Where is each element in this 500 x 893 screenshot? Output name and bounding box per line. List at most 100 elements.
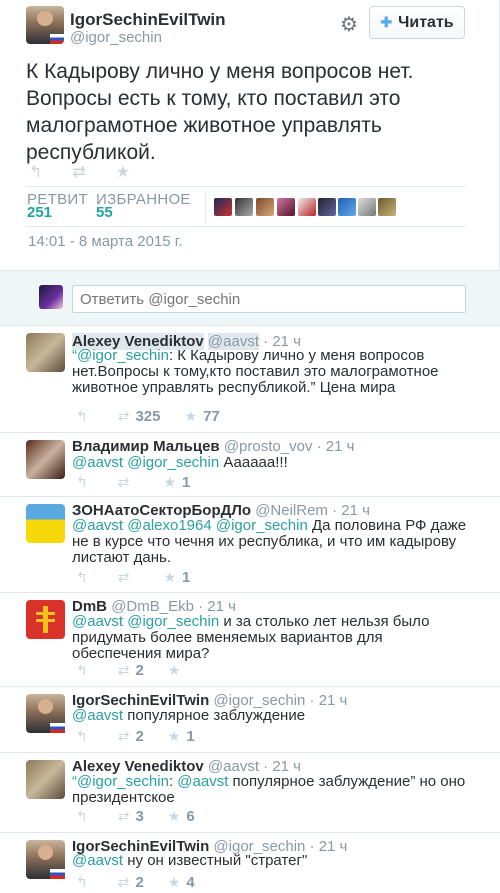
reply-icon[interactable]: ↰ [76, 662, 88, 679]
favorite-stat-count[interactable]: 55 [96, 204, 113, 221]
favoriter-avatar[interactable] [338, 198, 356, 216]
favoriter-avatar[interactable] [298, 198, 316, 216]
mention-link[interactable]: @aavst @igor_sechin [72, 613, 219, 630]
favorite-count: 1 [182, 474, 191, 491]
author-name[interactable]: Владимир Мальцев [72, 438, 220, 455]
reply-text: @aavst @alexo1964 @igor_sechin Да полови… [72, 518, 472, 566]
mention-link[interactable]: @aavst [177, 773, 228, 790]
reply-icon[interactable]: ↰ [76, 874, 88, 891]
list-item[interactable]: Владимир Мальцев @prosto_vov · 21 ч @aav… [0, 433, 500, 497]
retweet-stat-count[interactable]: 251 [27, 204, 52, 221]
reply-actions: ↰ ⇄ 2 ★ [76, 662, 180, 679]
main-tweet: IgorSechinEvilTwin @igor_sechin ⚙ ✚ Чита… [0, 0, 500, 270]
list-item[interactable]: Alexey Venediktov @aavst · 21 ч “@igor_s… [0, 326, 500, 433]
retweet-icon[interactable]: ⇄ [118, 662, 130, 679]
mention-link[interactable]: @aavst [72, 852, 123, 869]
favorite-icon[interactable]: ★ [185, 408, 198, 425]
author-handle[interactable]: @igor_sechin [70, 29, 162, 46]
retweet-count: 2 [135, 662, 144, 679]
reply-actions: ↰ ⇄ 2 ★ 4 [76, 874, 195, 891]
list-item[interactable]: IgorSechinEvilTwin @igor_sechin · 21 ч @… [0, 833, 500, 893]
reply-icon[interactable]: ↰ [76, 474, 88, 491]
avatar[interactable] [26, 600, 65, 639]
reply-text: @aavst @igor_sechin Аааааа!!! [72, 455, 472, 471]
favorite-icon[interactable]: ★ [168, 728, 181, 745]
author-handle[interactable]: @prosto_vov [224, 438, 313, 455]
mention-link[interactable]: “@igor_sechin [72, 347, 169, 364]
reply-text: @aavst популярное заблуждение [72, 708, 472, 724]
divider [26, 226, 466, 227]
avatar[interactable] [26, 694, 65, 733]
favorite-count: 77 [203, 408, 220, 425]
retweet-count: 2 [135, 874, 144, 891]
list-item[interactable]: Alexey Venediktov @aavst · 21 ч “@igor_s… [0, 753, 500, 833]
mention-link[interactable]: @aavst @igor_sechin [72, 454, 219, 471]
retweet-icon[interactable]: ⇄ [72, 162, 85, 182]
retweet-icon[interactable]: ⇄ [118, 728, 130, 745]
avatar[interactable] [26, 760, 65, 799]
avatar [39, 285, 63, 309]
retweet-icon[interactable]: ⇄ [118, 874, 130, 891]
retweet-icon[interactable]: ⇄ [118, 474, 130, 491]
reply-icon[interactable]: ↰ [76, 728, 88, 745]
mention-link[interactable]: “@igor_sechin [72, 773, 169, 790]
reply-icon[interactable]: ↰ [29, 162, 42, 182]
reply-text: “@igor_sechin: @aavst популярное заблужд… [72, 774, 472, 806]
divider [205, 192, 206, 222]
reply-text: @aavst ну он известный "стратег" [72, 853, 472, 869]
reply-icon[interactable]: ↰ [76, 408, 88, 425]
reply-input[interactable] [72, 285, 466, 313]
follow-label: Читать [398, 13, 454, 31]
gear-icon[interactable]: ⚙ [340, 12, 358, 37]
mention-link[interactable]: @aavst @alexo1964 @igor_sechin [72, 517, 308, 534]
retweet-count: 2 [135, 728, 144, 745]
favoriter-avatar[interactable] [235, 198, 253, 216]
reply-actions: ↰ ⇄ 325 ★ 77 [76, 408, 220, 425]
avatar[interactable] [26, 840, 65, 879]
avatar[interactable] [26, 440, 65, 479]
list-item[interactable]: IgorSechinEvilTwin @igor_sechin · 21 ч @… [0, 687, 500, 753]
reply-actions: ↰ ⇄ 3 ★ 6 [76, 808, 195, 825]
retweet-count: 3 [135, 808, 144, 825]
retweet-icon[interactable]: ⇄ [118, 408, 130, 425]
favoriter-avatar[interactable] [318, 198, 336, 216]
retweet-icon[interactable]: ⇄ [118, 569, 130, 586]
favorite-count: 1 [182, 569, 191, 586]
follow-button[interactable]: ✚ Читать [369, 6, 465, 39]
reply-text: “@igor_sechin: К Кадырову лично у меня в… [72, 348, 472, 396]
author-name[interactable]: IgorSechinEvilTwin [70, 10, 226, 30]
retweet-icon[interactable]: ⇄ [118, 808, 130, 825]
avatar[interactable] [26, 333, 65, 372]
avatar[interactable] [26, 6, 64, 44]
reply-actions: ↰ ⇄ ★ 1 [76, 569, 190, 586]
list-item[interactable]: DmB @DmB_Ekb · 21 ч @aavst @igor_sechin … [0, 593, 500, 687]
tweet-actions: ↰ ⇄ ★ [29, 162, 130, 182]
favorite-icon[interactable]: ★ [116, 162, 130, 182]
favoriter-avatar[interactable] [214, 198, 232, 216]
reply-icon[interactable]: ↰ [76, 808, 88, 825]
avatar[interactable] [26, 504, 65, 543]
favoriter-avatar[interactable] [277, 198, 295, 216]
reply-text: @aavst @igor_sechin и за столько лет нел… [72, 614, 472, 662]
tweet-timestamp[interactable]: 14:01 - 8 марта 2015 г. [28, 233, 183, 250]
favoriter-avatar[interactable] [256, 198, 274, 216]
reply-header: Владимир Мальцев @prosto_vov · 21 ч [72, 438, 354, 455]
reply-time[interactable]: · 21 ч [310, 692, 348, 709]
favoriter-avatar[interactable] [378, 198, 396, 216]
favorite-icon[interactable]: ★ [168, 808, 181, 825]
reply-icon[interactable]: ↰ [76, 569, 88, 586]
tweet-text: К Кадырову лично у меня вопросов нет. Во… [26, 60, 414, 164]
favorite-icon[interactable]: ★ [168, 874, 181, 891]
reply-time[interactable]: · 21 ч [317, 438, 355, 455]
reply-actions: ↰ ⇄ 2 ★ 1 [76, 728, 195, 745]
reply-body: Аааааа!!! [219, 454, 288, 471]
favorite-icon[interactable]: ★ [163, 569, 176, 586]
add-user-icon: ✚ [380, 14, 393, 30]
favorite-count: 6 [186, 808, 195, 825]
favorite-icon[interactable]: ★ [163, 474, 176, 491]
divider [26, 186, 466, 187]
list-item[interactable]: ЗОНАатоСекторБорДЛо @NeilRem · 21 ч @aav… [0, 497, 500, 593]
favoriter-avatar[interactable] [358, 198, 376, 216]
mention-link[interactable]: @aavst [72, 707, 123, 724]
favorite-icon[interactable]: ★ [168, 662, 181, 679]
